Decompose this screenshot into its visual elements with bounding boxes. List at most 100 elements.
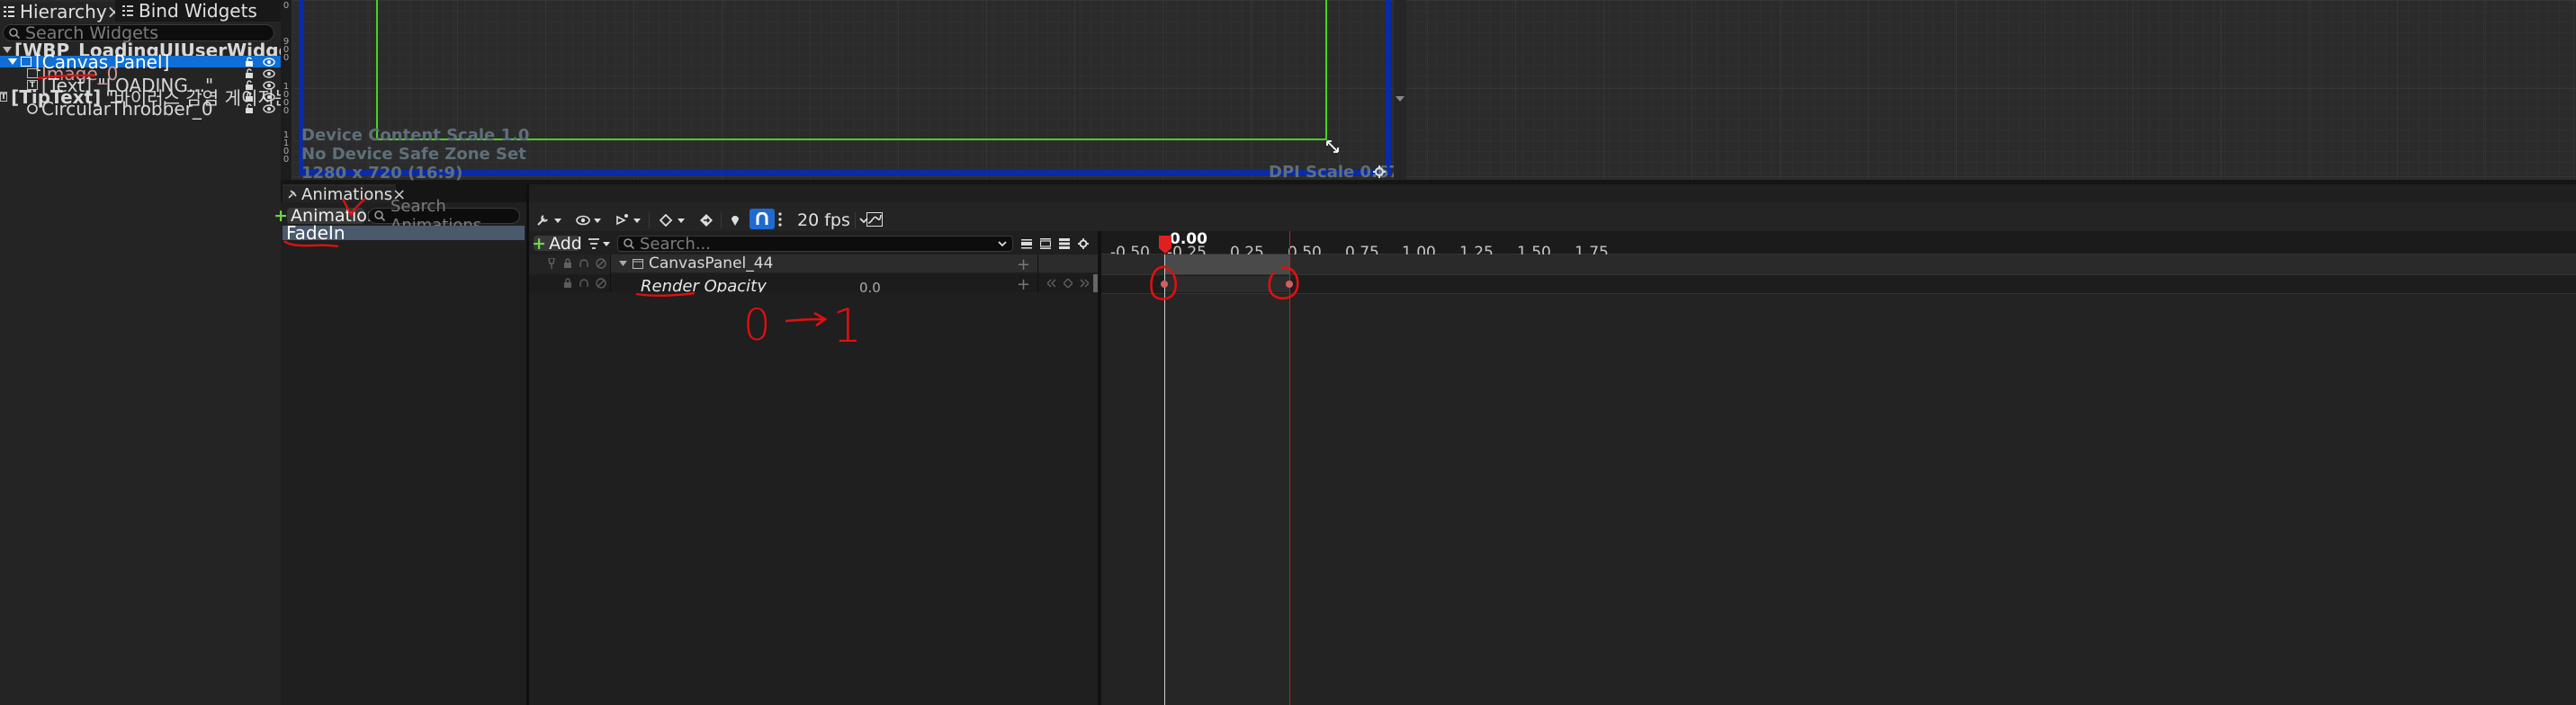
wrench-icon[interactable]: [536, 214, 563, 227]
chevron-down-icon[interactable]: [1396, 96, 1405, 103]
prev-key-icon[interactable]: [1047, 279, 1056, 288]
time-ruler[interactable]: -0.50 -0.25 0.25 0.50 0.75 1.00 1.25 1.5…: [1101, 231, 2576, 262]
unlock-icon[interactable]: [245, 68, 254, 78]
collapse-arrow-icon[interactable]: [619, 260, 627, 267]
search-tracks-input[interactable]: Search...: [617, 235, 1013, 254]
info-line: No Device Safe Zone Set: [301, 145, 526, 164]
outliner-bottom-area: [529, 292, 1098, 705]
disable-icon[interactable]: [596, 258, 606, 269]
fps-dropdown[interactable]: 20 fps: [797, 210, 868, 230]
eye-dropdown-icon[interactable]: [576, 215, 603, 226]
tab-hierarchy[interactable]: Hierarchy ×: [0, 0, 121, 22]
ruler-label: 0: [283, 1, 290, 11]
track-row-icons: [563, 278, 606, 289]
headphones-icon[interactable]: [579, 278, 588, 289]
view-density-icons[interactable]: [1021, 238, 1089, 249]
tab-bind-widgets[interactable]: Bind Widgets: [115, 0, 281, 22]
ruler-label: 0: [283, 53, 290, 63]
curve-editor-icon[interactable]: [866, 212, 883, 227]
playback-range-shade: [1164, 294, 1289, 705]
info-line: Device Content Scale 1.0: [301, 126, 530, 145]
ruler-label: 0: [283, 106, 290, 116]
list-icon: [4, 5, 14, 18]
add-track-label: Add: [549, 233, 582, 254]
relaxed-view-icon[interactable]: [1059, 238, 1070, 249]
annotation-text-to: 1: [832, 299, 863, 353]
eye-icon[interactable]: [263, 57, 275, 67]
viewport-ruler: 0 9 0 0 1 0 0 0 1 1 0 0: [281, 0, 292, 180]
track-lane: [1101, 274, 2576, 294]
eye-icon[interactable]: [263, 103, 275, 113]
divider: [721, 212, 722, 228]
playback-options-icon[interactable]: [615, 213, 642, 228]
add-track-button[interactable]: + Add: [532, 233, 582, 254]
text-icon: T: [0, 92, 8, 102]
track-group-label-row[interactable]: CanvasPanel_44: [619, 254, 774, 272]
snap-magnet-icon[interactable]: [749, 209, 775, 229]
track-group-lane: [1101, 254, 2576, 274]
normal-view-icon[interactable]: [1040, 238, 1051, 249]
annotation-underline: [283, 240, 339, 248]
gear-icon[interactable]: [1078, 238, 1089, 249]
canvas-panel-icon: [633, 258, 643, 269]
annotation-circle: [1150, 265, 1178, 300]
playhead-handle[interactable]: [1159, 236, 1171, 254]
info-line: 1280 x 720 (16:9): [301, 164, 463, 183]
track-group-row[interactable]: [529, 254, 1098, 272]
annotation-underline: [635, 291, 696, 297]
annotation-arrow: [785, 311, 828, 327]
chevron-down-icon[interactable]: [998, 240, 1007, 247]
track-group-label: CanvasPanel_44: [649, 254, 774, 272]
eye-icon[interactable]: [263, 92, 275, 102]
marker-icon[interactable]: [731, 214, 740, 227]
gear-icon[interactable]: [1373, 165, 1386, 178]
tree-label: CircularThrobber_0: [41, 97, 213, 120]
divider: [649, 212, 650, 228]
plus-icon[interactable]: +: [1017, 255, 1030, 274]
tab-hierarchy-label: Hierarchy: [20, 1, 107, 22]
add-key-icon[interactable]: [1064, 279, 1073, 288]
timeline[interactable]: -0.50 -0.25 0.25 0.50 0.75 1.00 1.25 1.5…: [1101, 231, 2576, 705]
lock-icon[interactable]: [563, 278, 572, 289]
unlock-icon[interactable]: [245, 92, 254, 102]
key-nav-icons[interactable]: [1047, 279, 1089, 288]
designer-viewport[interactable]: 0 9 0 0 1 0 0 0 1 1 0 0 Device Content S…: [281, 0, 2576, 183]
unlock-icon[interactable]: [245, 57, 254, 67]
track-row[interactable]: [529, 274, 1098, 292]
key-dropdown-icon[interactable]: [660, 214, 687, 227]
headphones-icon[interactable]: [579, 258, 588, 269]
eye-icon[interactable]: [263, 68, 275, 78]
canvas-panel-icon: [21, 57, 31, 67]
plus-icon[interactable]: +: [1017, 275, 1030, 294]
disable-icon[interactable]: [596, 278, 606, 289]
annotation-underline: [37, 74, 96, 80]
animations-panel: Animations × + Animation Search Animatio…: [274, 184, 526, 705]
resize-handle-icon[interactable]: [1326, 140, 1339, 153]
auto-key-icon[interactable]: [699, 213, 714, 228]
outliner-separator: [610, 254, 611, 292]
pin-icon[interactable]: [547, 258, 556, 269]
filter-icon[interactable]: [588, 237, 611, 250]
start-marker-line: [1164, 254, 1165, 705]
search-animations-input[interactable]: Search Animations: [368, 197, 520, 235]
ruler-label: 0: [283, 155, 290, 165]
search-icon: [374, 210, 385, 221]
collapse-arrow-icon[interactable]: [3, 46, 12, 54]
fps-label: 20 fps: [797, 210, 850, 230]
next-key-icon[interactable]: [1080, 279, 1089, 288]
annotation-text-from: 0: [743, 300, 771, 351]
unlock-icon[interactable]: [245, 103, 254, 113]
tab-animations[interactable]: Animations ×: [283, 184, 406, 204]
collapse-arrow-icon[interactable]: [8, 58, 17, 66]
tree-row-throbber[interactable]: CircularThrobber_0: [0, 98, 281, 120]
plus-icon: +: [532, 233, 547, 254]
track-group-icons: [547, 258, 606, 269]
annotation-checkmark: [341, 198, 366, 218]
viewport-side-strip: [1394, 0, 1406, 180]
more-options-icon[interactable]: [778, 212, 782, 227]
throbber-icon: [27, 103, 38, 114]
lock-icon[interactable]: [563, 258, 572, 269]
list-icon: [122, 4, 133, 17]
compact-view-icon[interactable]: [1021, 238, 1032, 249]
hierarchy-panel: Hierarchy × Bind Widgets Search Widgets …: [0, 0, 316, 705]
